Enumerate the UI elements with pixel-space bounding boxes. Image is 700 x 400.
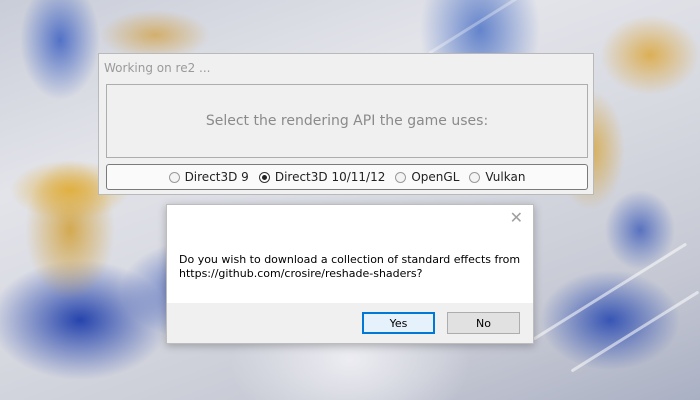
window-title: Working on re2 ... xyxy=(104,61,211,75)
dialog-body: ✕ Do you wish to download a collection o… xyxy=(167,205,533,303)
radio-button-icon[interactable] xyxy=(395,171,407,183)
radio-vulkan[interactable]: Vulkan xyxy=(469,170,525,184)
radio-direct3d-9[interactable]: Direct3D 9 xyxy=(168,170,249,184)
dialog-footer: Yes No xyxy=(167,303,533,343)
instruction-text: Select the rendering API the game uses: xyxy=(205,113,489,129)
radio-button-icon[interactable] xyxy=(469,171,481,183)
download-effects-dialog: ✕ Do you wish to download a collection o… xyxy=(166,204,534,344)
dialog-message-line-2: https://github.com/crosire/reshade-shade… xyxy=(179,267,423,280)
radio-label: OpenGL xyxy=(411,170,460,184)
rendering-api-group: Direct3D 9 Direct3D 10/11/12 OpenGL Vulk… xyxy=(106,164,588,190)
radio-label: Vulkan xyxy=(485,170,526,184)
radio-direct3d-10-11-12[interactable]: Direct3D 10/11/12 xyxy=(258,170,386,184)
dialog-message: Do you wish to download a collection of … xyxy=(179,253,524,281)
message-panel: Select the rendering API the game uses: xyxy=(106,84,588,158)
close-icon[interactable]: ✕ xyxy=(510,209,523,227)
radio-opengl[interactable]: OpenGL xyxy=(395,170,459,184)
no-button[interactable]: No xyxy=(447,312,520,334)
radio-label: Direct3D 9 xyxy=(184,170,249,184)
installer-window: Working on re2 ... Select the rendering … xyxy=(98,53,594,195)
yes-button[interactable]: Yes xyxy=(362,312,435,334)
radio-button-checked-icon[interactable] xyxy=(258,171,270,183)
radio-label: Direct3D 10/11/12 xyxy=(274,170,386,184)
dialog-message-line-1: Do you wish to download a collection of … xyxy=(179,253,521,266)
radio-button-icon[interactable] xyxy=(168,171,180,183)
